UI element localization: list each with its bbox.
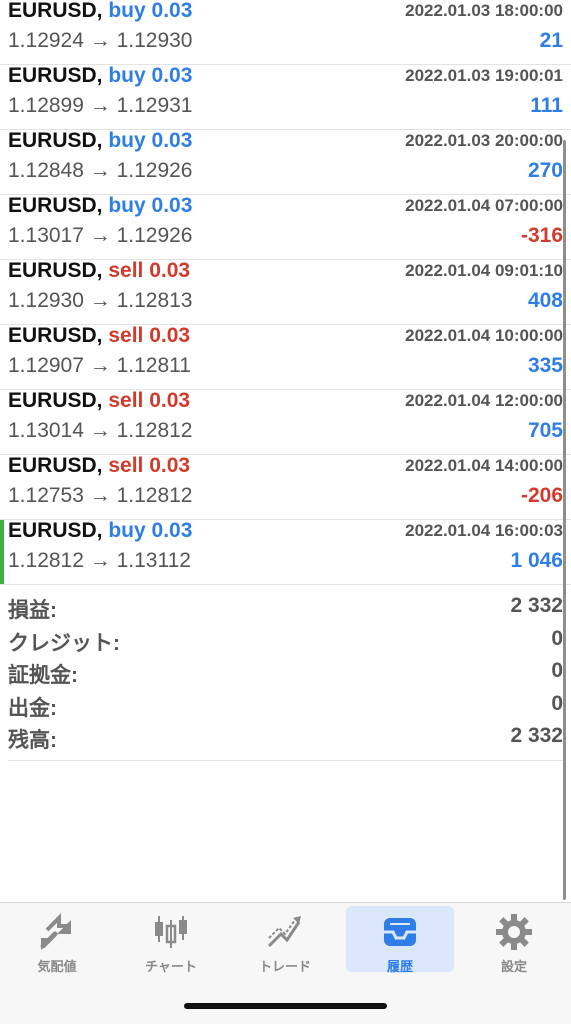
summary-row: 証拠金: 0 bbox=[8, 657, 563, 690]
trade-direction: buy 0.03 bbox=[108, 129, 193, 152]
candlestick-chart-icon bbox=[151, 912, 191, 952]
summary-label: 証拠金: bbox=[8, 664, 78, 687]
trade-profit: 408 bbox=[527, 289, 563, 312]
trade-symbol: EURUSD, bbox=[8, 64, 103, 87]
tab-trade[interactable]: トレード bbox=[231, 906, 339, 974]
trade-profit: -206 bbox=[520, 484, 563, 507]
summary-row: 損益: 2 332 bbox=[8, 592, 563, 625]
trade-title: EURUSD, sell 0.03 bbox=[8, 324, 190, 348]
trade-prices: 1.12812 → 1.13112 bbox=[8, 549, 191, 572]
trade-profit: 21 bbox=[539, 29, 563, 52]
tab-chart[interactable]: チャート bbox=[117, 906, 225, 974]
trade-direction: buy 0.03 bbox=[108, 64, 193, 87]
trade-prices: 1.13014 → 1.12812 bbox=[8, 419, 193, 442]
summary-divider bbox=[8, 760, 563, 761]
trade-time: 2022.01.04 14:00:00 bbox=[405, 456, 563, 475]
tab-history[interactable]: 履歴 bbox=[346, 906, 454, 974]
trade-row[interactable]: EURUSD, buy 0.03 2022.01.04 07:00:00 1.130… bbox=[0, 194, 571, 260]
trade-symbol: EURUSD, bbox=[8, 519, 103, 542]
trade-time: 2022.01.03 18:00:00 bbox=[405, 1, 563, 20]
trade-direction: buy 0.03 bbox=[108, 0, 193, 22]
trade-row[interactable]: EURUSD, sell 0.03 2022.01.04 10:00:00 1.12… bbox=[0, 324, 571, 390]
trade-time: 2022.01.04 12:00:00 bbox=[405, 391, 563, 410]
trade-time: 2022.01.04 09:01:10 bbox=[405, 261, 563, 280]
trade-direction: sell 0.03 bbox=[108, 454, 191, 477]
trade-profit: 111 bbox=[530, 94, 563, 117]
trade-row[interactable]: EURUSD, buy 0.03 2022.01.03 20:00:00 1.128… bbox=[0, 129, 571, 195]
trade-time: 2022.01.04 10:00:00 bbox=[405, 326, 563, 345]
tab-quotes[interactable]: 気配値 bbox=[3, 906, 111, 974]
trade-prices: 1.12848 → 1.12926 bbox=[8, 159, 193, 182]
tab-label: 気配値 bbox=[37, 959, 77, 974]
trade-title: EURUSD, sell 0.03 bbox=[8, 389, 190, 413]
inbox-tray-icon bbox=[380, 912, 420, 952]
trade-direction: sell 0.03 bbox=[108, 389, 191, 412]
gear-icon bbox=[494, 912, 534, 952]
trade-row[interactable]: EURUSD, buy 0.03 2022.01.03 18:00:00 1.129… bbox=[0, 0, 571, 65]
trade-profit: -316 bbox=[520, 224, 563, 247]
trade-history-list: EURUSD, buy 0.03 2022.01.03 18:00:00 1.129… bbox=[0, 0, 571, 585]
summary-value: 0 bbox=[551, 659, 563, 682]
summary-value: 2 332 bbox=[510, 724, 563, 747]
trade-row[interactable]: EURUSD, sell 0.03 2022.01.04 12:00:00 1.13… bbox=[0, 389, 571, 455]
summary-label: 損益: bbox=[8, 599, 57, 622]
trade-direction: sell 0.03 bbox=[108, 259, 191, 282]
trade-profit: 270 bbox=[527, 159, 563, 182]
trade-title: EURUSD, sell 0.03 bbox=[8, 454, 190, 478]
trade-row[interactable]: EURUSD, sell 0.03 2022.01.04 09:01:10 1.12… bbox=[0, 259, 571, 325]
summary-label: 残高: bbox=[8, 729, 57, 752]
trade-symbol: EURUSD, bbox=[8, 389, 103, 412]
trade-prices: 1.12899 → 1.12931 bbox=[8, 94, 193, 117]
summary-label: 出金: bbox=[8, 696, 57, 720]
trade-title: EURUSD, buy 0.03 bbox=[8, 129, 192, 153]
trade-profit: 1 046 bbox=[510, 549, 563, 572]
trade-prices: 1.12753 → 1.12812 bbox=[8, 484, 193, 507]
trade-time: 2022.01.03 20:00:00 bbox=[405, 131, 563, 150]
trade-direction: buy 0.03 bbox=[108, 519, 193, 542]
summary-value: 0 bbox=[551, 626, 563, 650]
trade-title: EURUSD, buy 0.03 bbox=[8, 519, 192, 543]
trade-time: 2022.01.04 16:00:03 bbox=[405, 521, 563, 540]
trade-row[interactable]: EURUSD, buy 0.03 2022.01.03 19:00:01 1.128… bbox=[0, 64, 571, 130]
quotes-arrows-icon bbox=[37, 912, 77, 952]
trade-direction: buy 0.03 bbox=[108, 194, 193, 217]
trade-symbol: EURUSD, bbox=[8, 129, 103, 152]
trade-prices: 1.12907 → 1.12811 bbox=[8, 354, 191, 377]
trade-symbol: EURUSD, bbox=[8, 194, 103, 217]
trade-direction: sell 0.03 bbox=[108, 324, 191, 347]
summary-label: クレジット: bbox=[8, 631, 120, 655]
trade-row[interactable]: EURUSD, buy 0.03 2022.01.04 16:00:03 1.128… bbox=[0, 519, 571, 585]
account-summary: 損益: 2 332 クレジット: 0 証拠金: 0 出金: 0 残高: 2 332 bbox=[8, 592, 563, 755]
trade-symbol: EURUSD, bbox=[8, 324, 103, 347]
trade-prices: 1.13017 → 1.12926 bbox=[8, 224, 193, 247]
trade-profit: 705 bbox=[527, 419, 563, 442]
trade-title: EURUSD, buy 0.03 bbox=[8, 64, 192, 88]
trade-symbol: EURUSD, bbox=[8, 0, 103, 22]
trade-title: EURUSD, buy 0.03 bbox=[8, 194, 192, 218]
trade-trend-icon bbox=[265, 912, 305, 952]
trade-title: EURUSD, buy 0.03 bbox=[8, 0, 192, 23]
trade-profit: 335 bbox=[527, 354, 563, 377]
scrollbar[interactable] bbox=[563, 140, 566, 900]
trade-prices: 1.12930 → 1.12813 bbox=[8, 289, 193, 312]
trade-time: 2022.01.04 07:00:00 bbox=[405, 196, 563, 215]
home-indicator[interactable] bbox=[184, 1003, 387, 1009]
tab-label: 履歴 bbox=[386, 959, 413, 974]
trade-prices: 1.12924 → 1.12930 bbox=[8, 29, 193, 52]
trade-symbol: EURUSD, bbox=[8, 454, 103, 477]
trade-time: 2022.01.03 19:00:01 bbox=[405, 66, 563, 85]
summary-row: 残高: 2 332 bbox=[8, 722, 563, 755]
tab-label: トレード bbox=[258, 959, 311, 974]
tab-settings[interactable]: 設定 bbox=[460, 906, 568, 974]
trade-row[interactable]: EURUSD, sell 0.03 2022.01.04 14:00:00 1.12… bbox=[0, 454, 571, 520]
summary-value: 0 bbox=[551, 691, 563, 715]
trade-symbol: EURUSD, bbox=[8, 259, 103, 282]
trade-title: EURUSD, sell 0.03 bbox=[8, 259, 190, 283]
summary-value: 2 332 bbox=[510, 594, 563, 617]
summary-row: 出金: 0 bbox=[8, 690, 563, 723]
tab-label: 設定 bbox=[500, 959, 527, 974]
tab-label: チャート bbox=[145, 959, 197, 974]
summary-row: クレジット: 0 bbox=[8, 625, 563, 658]
